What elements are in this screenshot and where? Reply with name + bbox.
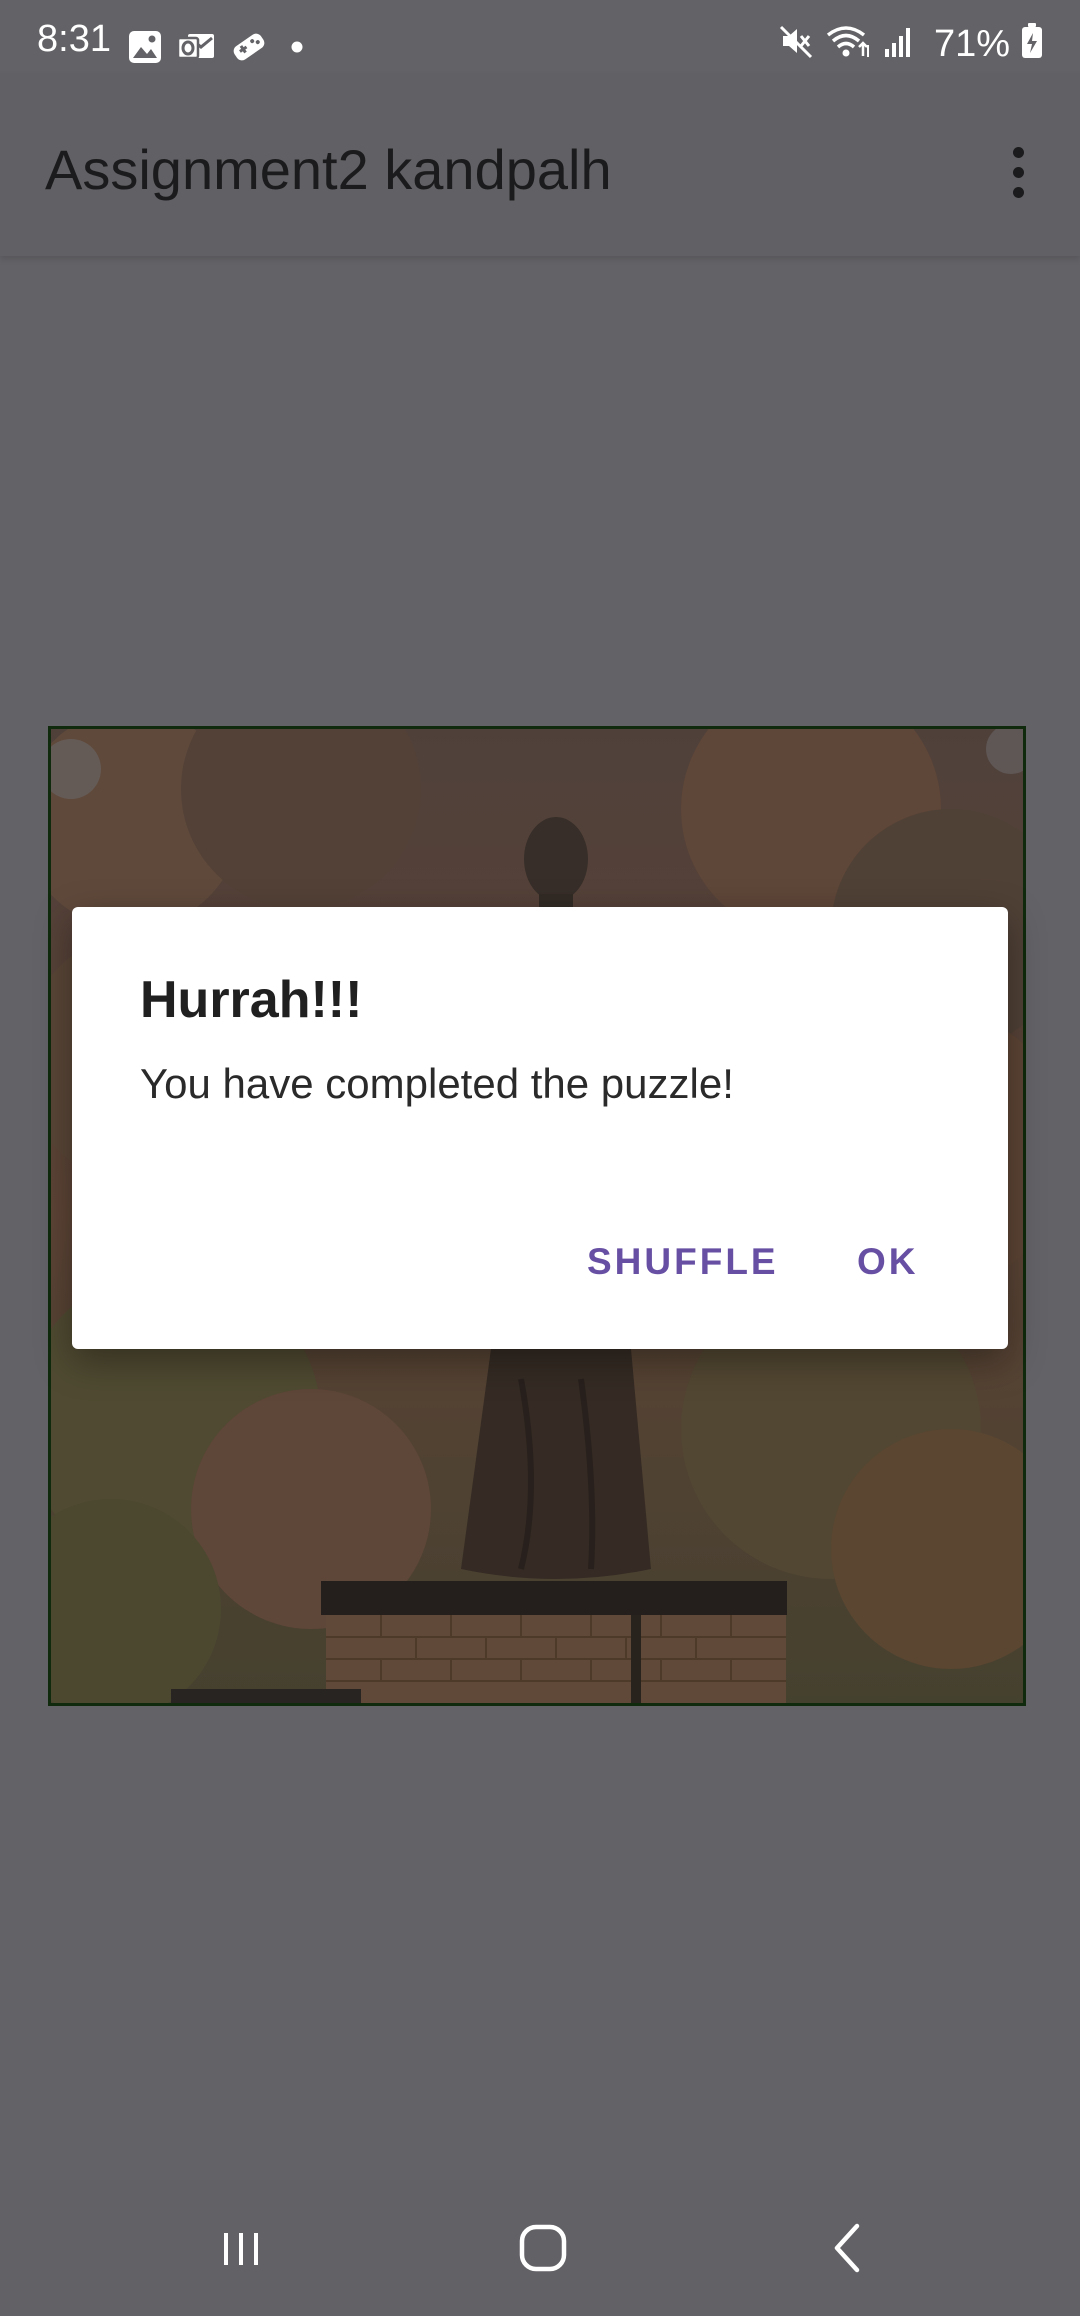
game-controller-icon <box>230 30 268 64</box>
mute-icon <box>778 23 814 64</box>
notification-dot-icon <box>282 30 312 64</box>
shuffle-button[interactable]: SHUFFLE <box>587 1240 779 1284</box>
outlook-icon <box>176 30 216 64</box>
app-bar: Assignment2 kandpalh <box>0 74 1080 256</box>
gallery-icon <box>128 30 162 64</box>
app-title: Assignment2 kandpalh <box>45 138 612 201</box>
overflow-dot <box>1012 166 1024 178</box>
completion-dialog: Hurrah!!! You have completed the puzzle!… <box>72 907 1008 1349</box>
signal-icon <box>882 23 916 64</box>
status-left-icons <box>128 30 312 64</box>
overflow-dot <box>1012 146 1024 158</box>
back-icon[interactable] <box>802 2208 892 2288</box>
dialog-title: Hurrah!!! <box>140 971 363 1029</box>
home-icon[interactable] <box>498 2208 588 2288</box>
battery-charging-icon <box>1020 22 1044 65</box>
more-vert-icon[interactable] <box>978 132 1058 212</box>
status-right-icons: 71% <box>778 22 1044 65</box>
battery-percent: 71% <box>933 22 1010 65</box>
status-time: 8:31 <box>37 18 111 60</box>
dialog-message: You have completed the puzzle! <box>140 1060 734 1107</box>
wifi-icon <box>824 23 872 64</box>
overflow-dot <box>1012 186 1024 198</box>
ok-button[interactable]: OK <box>857 1240 919 1284</box>
status-bar: 8:31 71% <box>0 0 1080 74</box>
recent-apps-icon[interactable] <box>196 2208 286 2288</box>
navigation-bar <box>0 2180 1080 2316</box>
